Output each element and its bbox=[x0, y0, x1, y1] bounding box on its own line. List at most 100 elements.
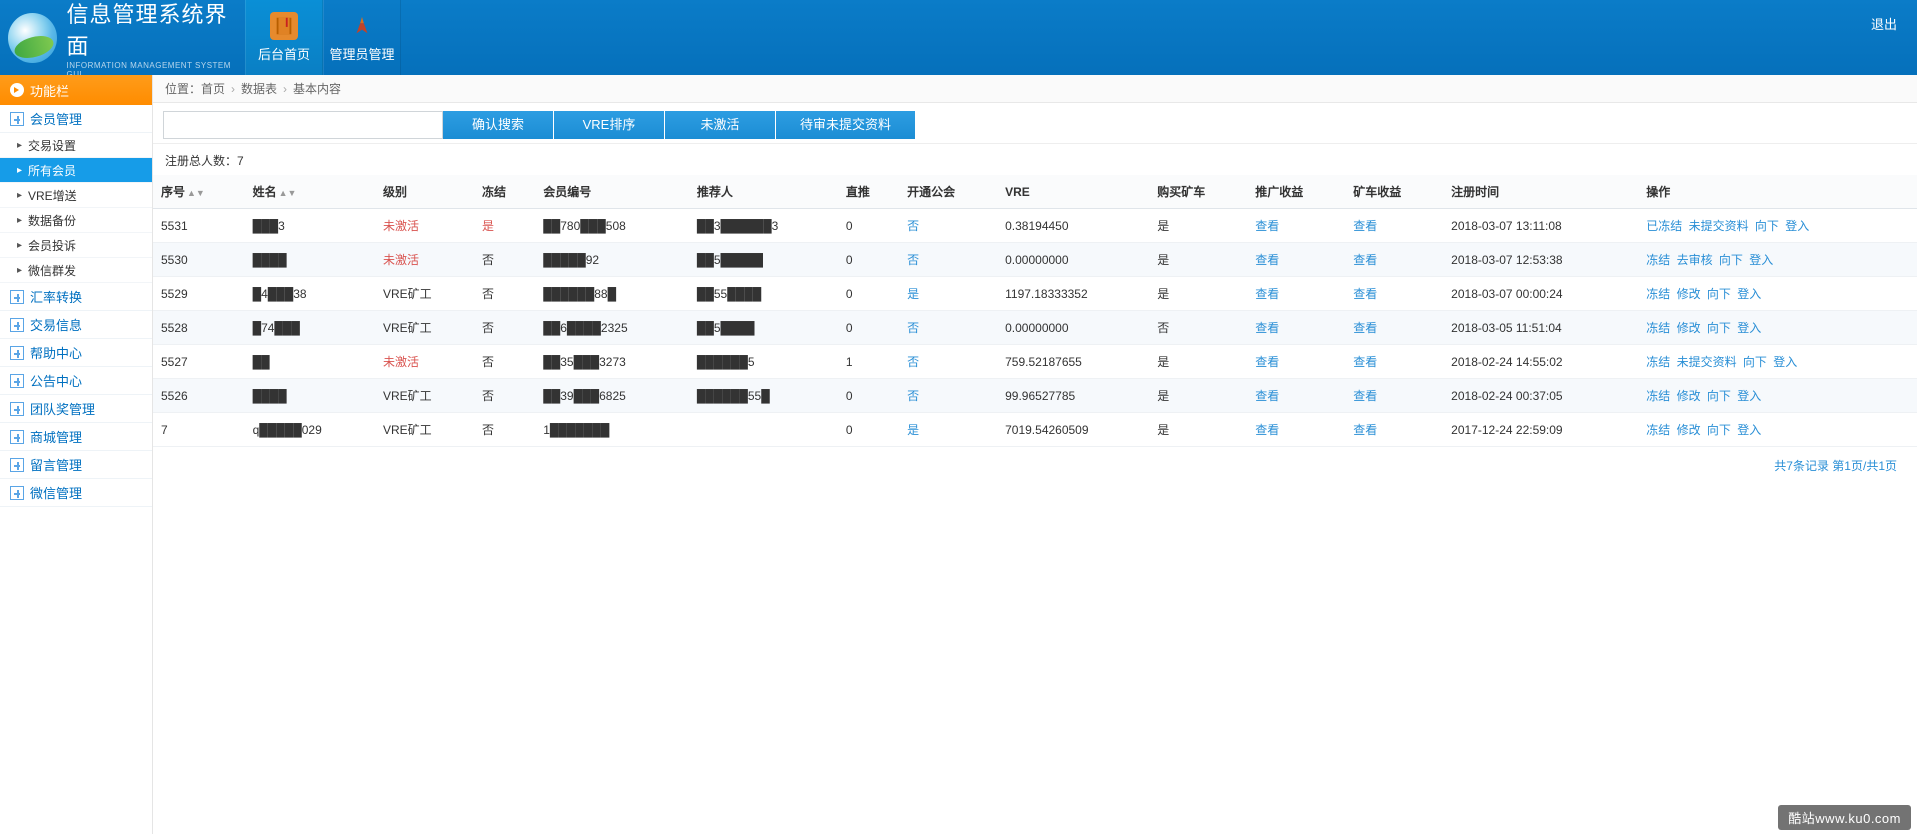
cell-vre: 0.00000000 bbox=[997, 243, 1149, 277]
sidebar-cat-rate[interactable]: 汇率转换 bbox=[0, 283, 152, 311]
view-link[interactable]: 查看 bbox=[1255, 423, 1279, 437]
op-link[interactable]: 登入 bbox=[1749, 253, 1773, 267]
op-link[interactable]: 未提交资料 bbox=[1689, 219, 1749, 233]
breadcrumb-table[interactable]: 数据表 bbox=[241, 80, 277, 97]
op-link[interactable]: 已冻结 bbox=[1646, 219, 1682, 233]
search-input[interactable] bbox=[163, 111, 443, 139]
op-link[interactable]: 冻结 bbox=[1646, 423, 1670, 437]
sidebar-cat-member[interactable]: 会员管理 bbox=[0, 105, 152, 133]
op-link[interactable]: 向下 bbox=[1719, 253, 1743, 267]
logo-area: 信息管理系统界面 INFORMATION MANAGEMENT SYSTEM G… bbox=[0, 0, 245, 79]
view-link[interactable]: 查看 bbox=[1353, 219, 1377, 233]
pending-docs-button[interactable]: 待审未提交资料 bbox=[776, 111, 915, 139]
sidebar-cat-team-bonus[interactable]: 团队奖管理 bbox=[0, 395, 152, 423]
breadcrumb-home[interactable]: 首页 bbox=[201, 80, 225, 97]
cell-miner: 查看 bbox=[1345, 413, 1443, 447]
op-link[interactable]: 登入 bbox=[1737, 423, 1761, 437]
view-link[interactable]: 查看 bbox=[1255, 219, 1279, 233]
cell-frozen: 否 bbox=[474, 243, 535, 277]
col-id[interactable]: 序号▲▼ bbox=[153, 175, 245, 209]
table-row: 5528█74███VRE矿工否██6████2325██5████0否0.00… bbox=[153, 311, 1917, 345]
sidebar-item-all-members[interactable]: 所有会员 bbox=[0, 158, 152, 183]
cell-vre: 7019.54260509 bbox=[997, 413, 1149, 447]
op-link[interactable]: 登入 bbox=[1737, 287, 1761, 301]
view-link[interactable]: 查看 bbox=[1353, 389, 1377, 403]
nav-admin-label: 管理员管理 bbox=[329, 44, 394, 63]
cell-promo: 查看 bbox=[1247, 243, 1345, 277]
sidebar-item-wechat-mass[interactable]: 微信群发 bbox=[0, 258, 152, 283]
cell-promo: 查看 bbox=[1247, 345, 1345, 379]
cell-buy: 否 bbox=[1149, 311, 1247, 345]
op-link[interactable]: 向下 bbox=[1707, 287, 1731, 301]
cell-direct: 0 bbox=[838, 277, 899, 311]
breadcrumb: 位置： 首页 › 数据表 › 基本内容 bbox=[153, 75, 1917, 103]
cell-name: ████ bbox=[245, 379, 375, 413]
op-link[interactable]: 冻结 bbox=[1646, 287, 1670, 301]
plus-box-icon bbox=[10, 374, 24, 388]
sidebar-cat-help[interactable]: 帮助中心 bbox=[0, 339, 152, 367]
sidebar-item-vre-add[interactable]: VRE增送 bbox=[0, 183, 152, 208]
logout-button[interactable]: 退出 bbox=[1871, 14, 1897, 33]
sidebar-cat-trade-info[interactable]: 交易信息 bbox=[0, 311, 152, 339]
book-icon bbox=[270, 12, 298, 40]
sidebar-cat-wechat[interactable]: 微信管理 bbox=[0, 479, 152, 507]
op-link[interactable]: 登入 bbox=[1773, 355, 1797, 369]
view-link[interactable]: 查看 bbox=[1255, 253, 1279, 267]
not-active-button[interactable]: 未激活 bbox=[665, 111, 775, 139]
sidebar-item-trade[interactable]: 交易设置 bbox=[0, 133, 152, 158]
op-link[interactable]: 修改 bbox=[1677, 389, 1701, 403]
op-link[interactable]: 向下 bbox=[1743, 355, 1767, 369]
nav-home-button[interactable]: 后台首页 bbox=[245, 0, 323, 75]
sort-icon: ▲▼ bbox=[279, 188, 297, 198]
op-link[interactable]: 向下 bbox=[1755, 219, 1779, 233]
view-link[interactable]: 查看 bbox=[1255, 355, 1279, 369]
op-link[interactable]: 冻结 bbox=[1646, 389, 1670, 403]
cell-name: █4███38 bbox=[245, 277, 375, 311]
view-link[interactable]: 查看 bbox=[1353, 355, 1377, 369]
view-link[interactable]: 查看 bbox=[1255, 389, 1279, 403]
col-name[interactable]: 姓名▲▼ bbox=[245, 175, 375, 209]
op-link[interactable]: 未提交资料 bbox=[1677, 355, 1737, 369]
cell-guild: 是 bbox=[899, 277, 997, 311]
sidebar-cat-notice[interactable]: 公告中心 bbox=[0, 367, 152, 395]
op-link[interactable]: 向下 bbox=[1707, 389, 1731, 403]
op-link[interactable]: 冻结 bbox=[1646, 355, 1670, 369]
plus-box-icon bbox=[10, 402, 24, 416]
vre-sort-button[interactable]: VRE排序 bbox=[554, 111, 664, 139]
view-link[interactable]: 查看 bbox=[1353, 321, 1377, 335]
view-link[interactable]: 查看 bbox=[1255, 321, 1279, 335]
op-link[interactable]: 冻结 bbox=[1646, 321, 1670, 335]
table-header-row: 序号▲▼ 姓名▲▼ 级别 冻结 会员编号 推荐人 直推 开通公会 VRE 购买矿… bbox=[153, 175, 1917, 209]
op-link[interactable]: 去审核 bbox=[1677, 253, 1713, 267]
col-ops: 操作 bbox=[1638, 175, 1917, 209]
sidebar-item-backup[interactable]: 数据备份 bbox=[0, 208, 152, 233]
view-link[interactable]: 查看 bbox=[1255, 287, 1279, 301]
cell-vre: 0.38194450 bbox=[997, 209, 1149, 243]
sidebar-cat-mall[interactable]: 商城管理 bbox=[0, 423, 152, 451]
sidebar-cat-msg[interactable]: 留言管理 bbox=[0, 451, 152, 479]
view-link[interactable]: 查看 bbox=[1353, 423, 1377, 437]
confirm-search-button[interactable]: 确认搜索 bbox=[443, 111, 553, 139]
main-content: 位置： 首页 › 数据表 › 基本内容 确认搜索 VRE排序 未激活 待审未提交… bbox=[153, 75, 1917, 484]
op-link[interactable]: 登入 bbox=[1737, 321, 1761, 335]
view-link[interactable]: 查看 bbox=[1353, 253, 1377, 267]
op-link[interactable]: 修改 bbox=[1677, 287, 1701, 301]
col-frozen: 冻结 bbox=[474, 175, 535, 209]
nav-admin-button[interactable]: 管理员管理 bbox=[323, 0, 401, 75]
sidebar-item-complaint[interactable]: 会员投诉 bbox=[0, 233, 152, 258]
op-link[interactable]: 向下 bbox=[1707, 321, 1731, 335]
cell-level: 未激活 bbox=[375, 243, 474, 277]
cell-ops: 冻结 未提交资料 向下 登入 bbox=[1638, 345, 1917, 379]
op-link[interactable]: 冻结 bbox=[1646, 253, 1670, 267]
op-link[interactable]: 修改 bbox=[1677, 423, 1701, 437]
cell-buy: 是 bbox=[1149, 243, 1247, 277]
op-link[interactable]: 登入 bbox=[1785, 219, 1809, 233]
op-link[interactable]: 向下 bbox=[1707, 423, 1731, 437]
op-link[interactable]: 修改 bbox=[1677, 321, 1701, 335]
cell-reg: 2018-03-05 11:51:04 bbox=[1443, 311, 1638, 345]
op-link[interactable]: 登入 bbox=[1737, 389, 1761, 403]
view-link[interactable]: 查看 bbox=[1353, 287, 1377, 301]
members-table: 序号▲▼ 姓名▲▼ 级别 冻结 会员编号 推荐人 直推 开通公会 VRE 购买矿… bbox=[153, 175, 1917, 447]
cell-level: VRE矿工 bbox=[375, 379, 474, 413]
col-miner: 矿车收益 bbox=[1345, 175, 1443, 209]
